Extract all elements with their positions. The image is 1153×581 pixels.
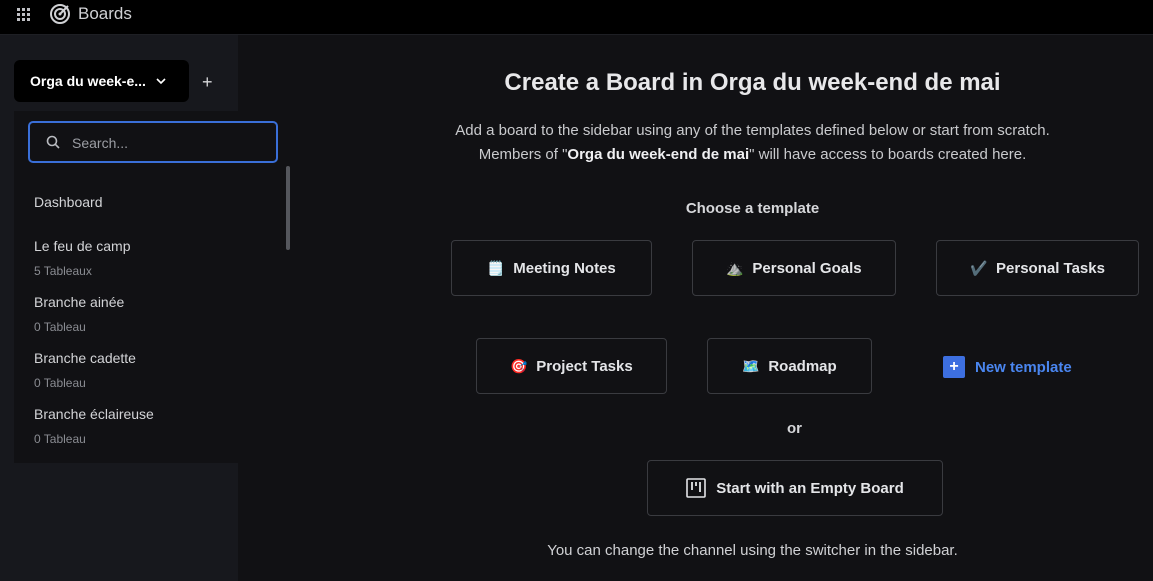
channel-hint: You can change the channel using the swi… <box>547 542 958 559</box>
template-personal-goals-button[interactable]: ⛰️ Personal Goals <box>692 240 896 296</box>
sidebar-item-branche-eclaireuse[interactable]: Branche éclaireuse <box>34 406 154 422</box>
template-roadmap-button[interactable]: 🗺️ Roadmap <box>707 338 872 394</box>
template-label: Personal Tasks <box>996 259 1105 277</box>
sidebar-item-count: 0 Tableau <box>34 432 86 446</box>
template-label: Project Tasks <box>536 357 633 375</box>
team-name: Orga du week-e... <box>30 73 146 89</box>
template-meeting-notes-button[interactable]: 🗒️ Meeting Notes <box>451 240 652 296</box>
sidebar-item-count: 0 Tableau <box>34 376 86 390</box>
top-bar: Boards <box>0 0 1153 35</box>
boards-logo-icon <box>50 4 70 24</box>
plus-icon: + <box>943 356 965 378</box>
page-description: Add a board to the sidebar using any of … <box>238 119 1153 167</box>
map-icon: 🗺️ <box>742 357 760 374</box>
template-label: Personal Goals <box>752 259 862 277</box>
empty-board-button[interactable]: Start with an Empty Board <box>647 460 943 516</box>
chevron-down-icon <box>156 78 166 85</box>
mountain-icon: ⛰️ <box>726 259 744 276</box>
notepad-icon: 🗒️ <box>487 259 505 276</box>
page-title: Create a Board in Orga du week-end de ma… <box>504 69 1001 96</box>
app-grid-icon[interactable] <box>17 8 31 22</box>
template-project-tasks-button[interactable]: 🎯 Project Tasks <box>476 338 667 394</box>
description-text: " will have access to boards created her… <box>749 146 1027 163</box>
new-template-button[interactable]: + New template <box>943 356 1072 378</box>
or-separator: or <box>787 420 802 437</box>
sidebar-item-le-feu-de-camp[interactable]: Le feu de camp <box>34 238 131 254</box>
choose-template-label: Choose a template <box>685 200 820 217</box>
team-switcher-button[interactable]: Orga du week-e... <box>14 60 189 102</box>
main-content: Create a Board in Orga du week-end de ma… <box>238 35 1153 581</box>
target-icon: 🎯 <box>510 357 528 374</box>
team-name-bold: Orga du week-end de mai <box>567 146 750 163</box>
description-text: Members of " <box>478 146 568 163</box>
template-personal-tasks-button[interactable]: ✔️ Personal Tasks <box>936 240 1139 296</box>
add-board-button[interactable]: + <box>202 72 213 93</box>
board-icon <box>686 478 707 498</box>
app-name: Boards <box>78 4 132 23</box>
new-template-label: New template <box>975 358 1072 376</box>
sidebar-item-branche-ainee[interactable]: Branche ainée <box>34 294 124 310</box>
template-label: Meeting Notes <box>513 259 616 277</box>
checkmark-icon: ✔️ <box>970 259 988 276</box>
sidebar-item-branche-cadette[interactable]: Branche cadette <box>34 350 136 366</box>
description-line-1: Add a board to the sidebar using any of … <box>455 122 1050 139</box>
sidebar-item-count: 5 Tableaux <box>34 264 92 278</box>
sidebar-item-count: 0 Tableau <box>34 320 86 334</box>
sidebar-item-dashboard[interactable]: Dashboard <box>34 194 103 210</box>
search-icon <box>46 135 60 149</box>
sidebar: Orga du week-e... + Dashboard Le feu de … <box>0 35 290 581</box>
empty-board-label: Start with an Empty Board <box>716 479 904 497</box>
description-line-2: Members of "Orga du week-end de mai" wil… <box>352 143 1153 167</box>
template-label: Roadmap <box>768 357 837 375</box>
